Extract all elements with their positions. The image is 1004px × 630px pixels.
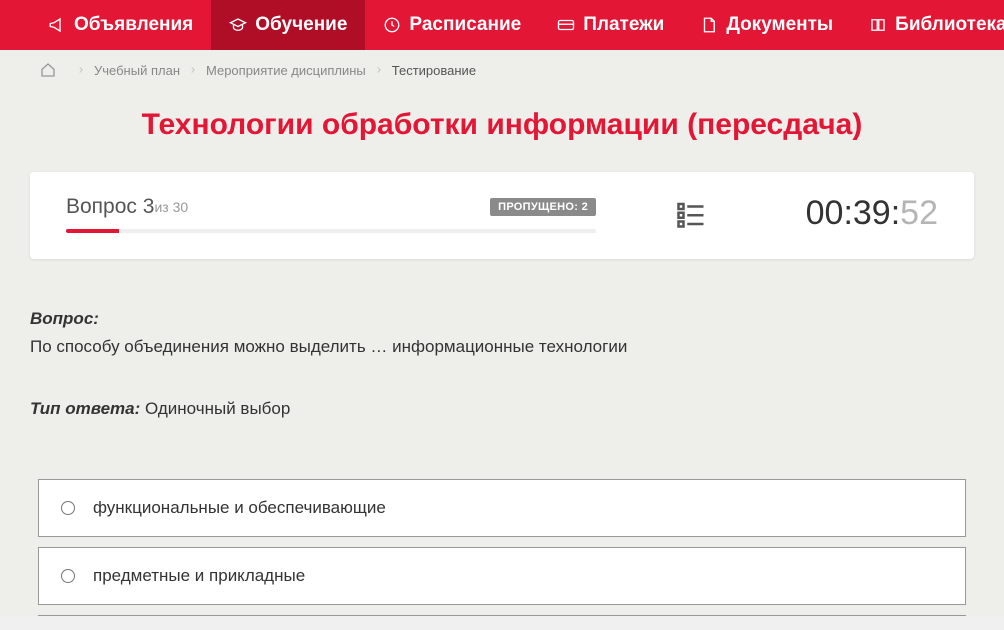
breadcrumb: Учебный план Мероприятие дисциплины Тестир… bbox=[0, 50, 1004, 90]
doc-icon bbox=[700, 16, 718, 34]
question-area: Вопрос: По способу объединения можно выд… bbox=[0, 309, 1004, 616]
answer-text: предметные и прикладные bbox=[93, 566, 305, 586]
answer-type-value: Одиночный выбор bbox=[145, 399, 290, 418]
nav-item-2[interactable]: Расписание bbox=[365, 0, 539, 50]
answer-option[interactable]: отдельные (одиночные) и интегрированные bbox=[38, 615, 966, 616]
answer-radio[interactable] bbox=[61, 569, 75, 583]
page-title: Технологии обработки информации (пересда… bbox=[0, 108, 1004, 142]
chevron-right-icon bbox=[76, 63, 86, 78]
timer-sep1: : bbox=[843, 194, 852, 233]
home-icon[interactable] bbox=[40, 62, 56, 78]
chevron-right-icon bbox=[188, 63, 198, 78]
timer-csec: 52 bbox=[900, 194, 938, 233]
question-total: из 30 bbox=[154, 199, 188, 215]
nav-label: Обучение bbox=[255, 14, 347, 36]
question-counter: Вопрос 3 bbox=[66, 195, 154, 219]
nav-label: Объявления bbox=[74, 14, 193, 36]
timer: 00:39:52 bbox=[806, 194, 938, 233]
question-current: 3 bbox=[143, 195, 155, 218]
megaphone-icon bbox=[48, 16, 66, 34]
progress-fill bbox=[66, 229, 119, 233]
answer-radio[interactable] bbox=[61, 501, 75, 515]
of-word: из bbox=[154, 199, 168, 215]
nav-label: Библиотека bbox=[895, 14, 1004, 36]
grad-cap-icon bbox=[229, 16, 247, 34]
answer-option[interactable]: предметные и прикладные bbox=[38, 547, 966, 605]
nav-item-4[interactable]: Документы bbox=[682, 0, 851, 50]
breadcrumb-link[interactable]: Учебный план bbox=[94, 63, 180, 78]
timer-sep2: : bbox=[891, 194, 900, 233]
answer-option[interactable]: функциональные и обеспечивающие bbox=[38, 479, 966, 537]
timer-sec: 39 bbox=[853, 194, 891, 233]
nav-label: Документы bbox=[726, 14, 833, 36]
question-label: Вопрос: bbox=[30, 309, 974, 329]
skipped-badge: ПРОПУЩЕНО: 2 bbox=[490, 198, 596, 216]
answer-options: функциональные и обеспечивающие предметны… bbox=[30, 479, 974, 616]
test-status-card: Вопрос 3 из 30 ПРОПУЩЕНО: 2 bbox=[30, 172, 974, 259]
nav-item-0[interactable]: Объявления bbox=[30, 0, 211, 50]
book-icon bbox=[869, 16, 887, 34]
main-nav: Объявления Обучение Расписание Платежи Докум… bbox=[0, 0, 1004, 50]
breadcrumb-current: Тестирование bbox=[392, 63, 476, 78]
app-viewport[interactable]: Объявления Обучение Расписание Платежи Докум… bbox=[0, 0, 1004, 616]
clock-icon bbox=[383, 16, 401, 34]
answer-type-row: Тип ответа: Одиночный выбор bbox=[30, 399, 974, 419]
question-text: По способу объединения можно выделить … … bbox=[30, 335, 974, 359]
question-word: Вопрос bbox=[66, 195, 137, 218]
horizontal-scrollbar[interactable] bbox=[0, 616, 1004, 630]
card-icon bbox=[557, 16, 575, 34]
nav-item-1[interactable]: Обучение bbox=[211, 0, 365, 50]
timer-min: 00 bbox=[806, 194, 844, 233]
progress-bar bbox=[66, 229, 596, 233]
breadcrumb-link[interactable]: Мероприятие дисциплины bbox=[206, 63, 366, 78]
total-value: 30 bbox=[173, 199, 189, 215]
question-list-icon[interactable] bbox=[676, 199, 706, 229]
nav-item-3[interactable]: Платежи bbox=[539, 0, 682, 50]
chevron-right-icon bbox=[374, 63, 384, 78]
answer-text: функциональные и обеспечивающие bbox=[93, 498, 386, 518]
nav-label: Платежи bbox=[583, 14, 664, 36]
nav-item-5[interactable]: Библиотека bbox=[851, 0, 1004, 50]
nav-label: Расписание bbox=[409, 14, 521, 36]
answer-type-label: Тип ответа: bbox=[30, 399, 140, 418]
